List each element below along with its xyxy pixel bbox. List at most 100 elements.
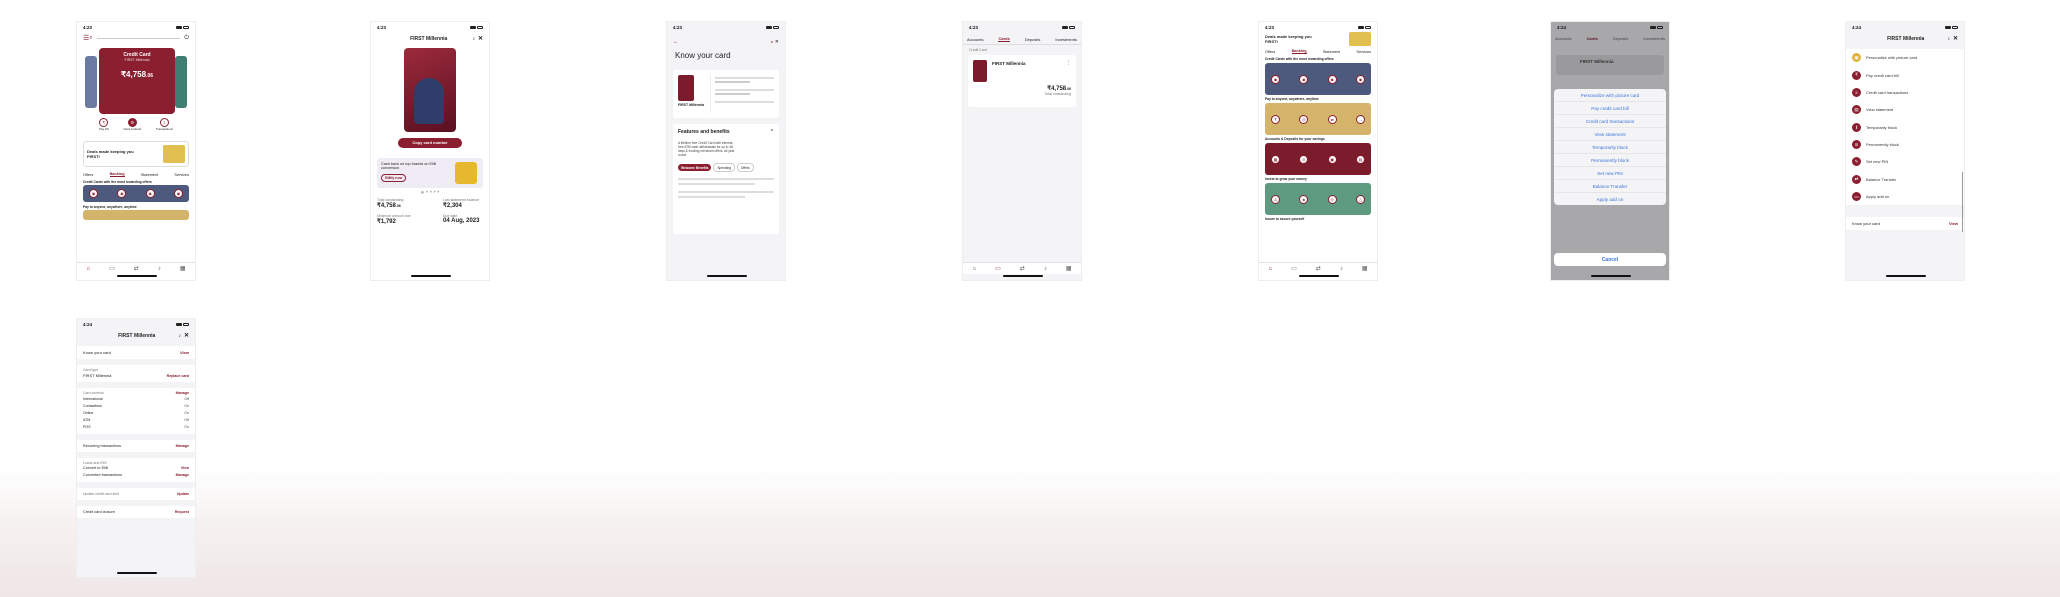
action-card-controls[interactable]: ⚙ Card controls [123,118,141,131]
pill-offers[interactable]: Offers [736,163,754,172]
home-icon[interactable]: ⌂ [973,266,977,272]
more-icon[interactable]: ⋮ [1066,60,1071,66]
grid-icon[interactable]: ▦ [180,265,186,272]
bell-icon[interactable]: ♪ [178,333,181,339]
manage-controls-link[interactable]: Manage [176,391,189,395]
menu-perm-block[interactable]: ⊘ Permanently block [1846,136,1964,153]
tab-deposits[interactable]: Deposits [1025,37,1041,42]
card-list-item[interactable]: FIRST Millennia ⋮ ₹4,758.06 Total outsta… [968,55,1076,107]
tab-services[interactable]: Services [1356,50,1371,54]
invest-options[interactable]: ♙ ◈ ◎ △ [1265,183,1371,215]
closure-row[interactable]: Credit card closure Request [77,505,195,518]
credit-card-options[interactable]: ◉ ◉ ◉ ◉ [83,185,189,202]
update-link[interactable]: Update [177,492,189,496]
option-icon[interactable]: ◉ [89,189,98,198]
close-icon[interactable]: ✕ [184,332,189,339]
tab-deposits[interactable]: Deposits [1613,36,1629,41]
tab-banking[interactable]: Banking [1291,49,1307,54]
promo-banner[interactable]: Deals made keeping you FIRST! [83,141,189,167]
pill-spending[interactable]: Spending [713,163,735,172]
copy-card-number-button[interactable]: Copy card number [398,138,462,148]
menu-set-pin[interactable]: ✎ Set new PIN [1846,153,1964,170]
tab-statement[interactable]: Statement [1323,50,1340,54]
opt-temp-block[interactable]: Temporarily block [1554,141,1666,154]
opt-set-pin[interactable]: Set new PIN [1554,167,1666,180]
manage-recurring-link[interactable]: Manage [176,444,189,448]
close-icon[interactable]: ✕ [1953,35,1958,42]
tab-statement[interactable]: Statement [141,173,158,177]
credit-card-tile[interactable]: Credit Card FIRST Millennia ₹4,758.06 [99,48,175,114]
power-icon[interactable]: ⏻ [184,35,189,42]
view-link[interactable]: View [1949,221,1958,226]
bell-icon[interactable]: ♪ [158,266,161,272]
tab-accounts[interactable]: Accounts [1555,36,1571,41]
converted-manage-link[interactable]: Manage [176,473,189,477]
know-card-row[interactable]: Know your card View [1846,217,1964,231]
home-icon[interactable]: ⌂ [1269,266,1273,272]
cancel-button[interactable]: Cancel [1554,253,1666,266]
credit-card-options[interactable]: ◉ ◉ ◉ ◉ [1265,63,1371,95]
tab-banking[interactable]: Banking [109,172,125,177]
back-icon[interactable]: ← [673,39,679,45]
opt-transactions[interactable]: Credit card transactions [1554,115,1666,128]
pill-welcome[interactable]: Welcome Benefits [678,164,712,171]
bell-icon[interactable]: ♪ [1044,266,1047,272]
close-icon[interactable]: ✕ [775,39,779,45]
tab-services[interactable]: Services [174,173,189,177]
transfer-icon[interactable]: ⇄ [1020,265,1025,272]
replace-card-link[interactable]: Replace card [167,374,189,378]
tab-offers[interactable]: Offers [1265,50,1275,54]
home-icon[interactable]: ⌂ [87,266,91,272]
option-icon[interactable]: ◉ [173,189,183,198]
option-icon[interactable]: ◉ [117,189,127,198]
menu-personalize[interactable]: ▣ Personalize with picture card [1846,49,1964,66]
emify-button[interactable]: EMIfy now [381,174,407,182]
action-pay-bill[interactable]: ₹ Pay bill [99,118,109,131]
bell-icon[interactable]: ♪ [472,36,475,42]
convert-view-link[interactable]: View [181,466,189,470]
know-card-row[interactable]: Know your card View [77,346,195,359]
search-icon[interactable]: ⌕ [89,35,92,42]
tab-offers[interactable]: Offers [83,173,93,177]
tab-investments[interactable]: Investments [1055,37,1077,42]
recurring-row[interactable]: Recurring transactions Manage [77,439,195,452]
opt-view-statement[interactable]: View statement [1554,128,1666,141]
promo-banner[interactable]: Deals made keeping you FIRST! [1259,32,1377,46]
tab-cards[interactable]: Cards [1586,36,1597,41]
transfer-icon[interactable]: ⇄ [134,265,139,272]
view-link[interactable]: View [180,350,189,355]
tab-accounts[interactable]: Accounts [967,37,983,42]
scrollbar[interactable] [1961,172,1963,232]
cards-icon[interactable]: ▭ [995,265,1001,272]
option-icon[interactable]: ◉ [145,189,155,198]
opt-apply-addon[interactable]: Apply add on [1554,193,1666,205]
pay-options[interactable]: ₹ ◎ ⇄ → [1265,103,1371,135]
bell-icon[interactable]: ♪ [1340,266,1343,272]
request-link[interactable]: Request [175,510,189,514]
grid-icon[interactable]: ▦ [1066,265,1072,272]
menu-apply-addon[interactable]: ▭ Apply add on [1846,188,1964,205]
opt-personalize[interactable]: Personalize with picture card [1554,89,1666,102]
emi-promo-card[interactable]: Cash back on top brands on EMI conversio… [377,158,483,188]
menu-balance-transfer[interactable]: ⇄ Balance Transfer [1846,171,1964,188]
bell-icon[interactable]: ♪ [1947,36,1950,42]
share-icon[interactable]: ◒ [770,39,773,45]
opt-balance-transfer[interactable]: Balance Transfer [1554,180,1666,193]
card-carousel[interactable]: Credit Card FIRST Millennia ₹4,758.06 [77,46,195,116]
update-limit-row[interactable]: Update credit card limit Update [77,487,195,500]
transfer-icon[interactable]: ⇄ [1316,265,1321,272]
tab-cards[interactable]: Cards [998,36,1010,42]
opt-perm-block[interactable]: Permanently block [1554,154,1666,167]
features-header[interactable]: Features and benefits ⌃ [678,129,774,135]
search-input[interactable] [96,37,181,39]
close-icon[interactable]: ✕ [478,35,483,42]
cards-icon[interactable]: ▭ [1291,265,1297,272]
menu-pay-bill[interactable]: ₹ Pay credit card bill [1846,66,1964,83]
menu-transactions[interactable]: ≡ Credit card transactions [1846,84,1964,101]
cards-icon[interactable]: ▭ [109,265,115,272]
action-transactions[interactable]: ≡ Transactions [156,118,173,131]
tab-investments[interactable]: Investments [1643,36,1665,41]
menu-temp-block[interactable]: ‖ Temporarily block [1846,119,1964,136]
opt-pay-bill[interactable]: Pay credit card bill [1554,102,1666,115]
menu-statement[interactable]: ▤ View statement [1846,101,1964,118]
